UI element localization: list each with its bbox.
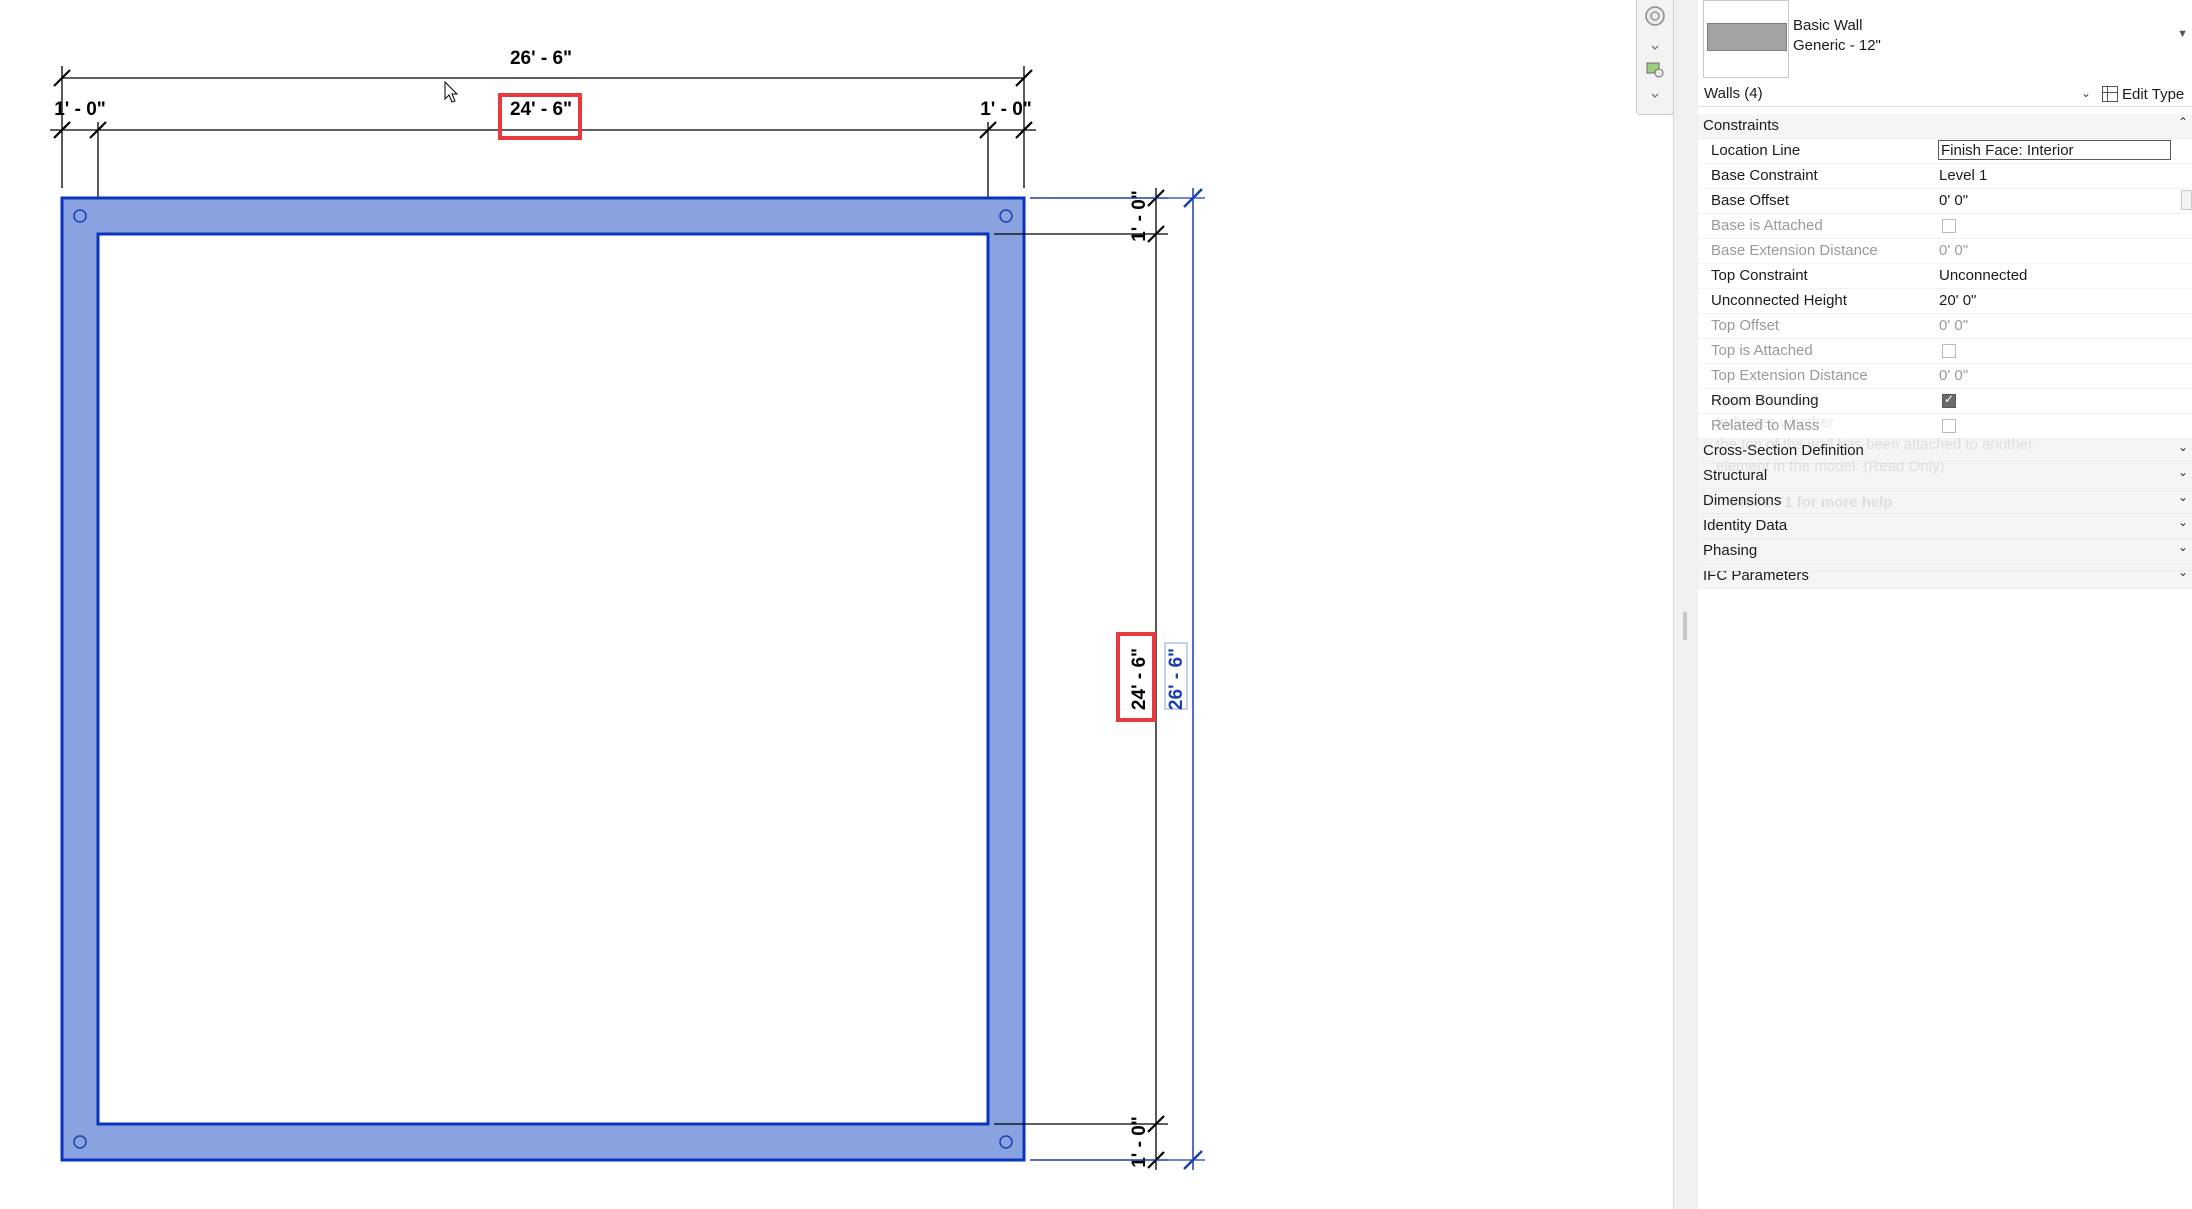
prop-name: Top is Attached [1711, 342, 1813, 359]
prop-name: Room Bounding [1711, 392, 1819, 409]
zoom-region-icon[interactable] [1643, 58, 1667, 82]
left-wall-width-text[interactable]: 1' - 0" [54, 99, 106, 120]
chevron-down-icon[interactable] [1643, 36, 1667, 60]
group-dimensions[interactable]: Dimensions ⌄ [1698, 489, 2192, 514]
related-mass-checkbox [1942, 419, 1956, 433]
group-label: Dimensions [1703, 492, 1782, 509]
group-label: Cross-Section Definition [1703, 442, 1864, 459]
properties-scrollbar[interactable] [2181, 190, 2192, 210]
room-bounding-checkbox[interactable] [1942, 392, 1956, 408]
prop-value: 0' 0" [1939, 242, 1969, 259]
group-label: Identity Data [1703, 517, 1788, 534]
divider [1698, 570, 2192, 571]
steering-wheel-icon[interactable] [1643, 4, 1667, 28]
mouse-cursor [444, 80, 459, 103]
prop-row-base-offset[interactable]: Base Offset 0' 0" [1698, 189, 2192, 214]
top-attached-checkbox [1942, 344, 1956, 358]
type-selector[interactable]: Basic Wall Generic - 12" ▼ [1698, 0, 2192, 80]
prop-name: Top Offset [1711, 317, 1780, 334]
prop-row-related-to-mass: Related to Mass [1698, 414, 2192, 439]
right-wall-width-text[interactable]: 1' - 0" [980, 99, 1032, 120]
group-label: Structural [1703, 467, 1768, 484]
expand-icon[interactable]: ⌄ [2178, 565, 2188, 579]
properties-grid: Constraints ⌃ Location Line Finish Face:… [1698, 114, 2192, 589]
prop-name: Base Offset [1711, 192, 1790, 209]
prop-name: Unconnected Height [1711, 292, 1847, 309]
drawing-canvas[interactable]: 26' - 6" 1' - 0" 24' - 6" 1' - 0" 1' - 0… [0, 0, 1640, 1209]
splitter-grip[interactable] [1683, 612, 1687, 640]
expand-icon[interactable]: ⌄ [2178, 440, 2188, 454]
group-constraints[interactable]: Constraints ⌃ [1698, 114, 2192, 139]
collapse-icon[interactable]: ⌃ [2178, 115, 2188, 129]
inner-height-text[interactable]: 24' - 6" [1129, 648, 1150, 710]
edit-type-icon [2102, 86, 2118, 102]
selected-walls[interactable] [60, 196, 1026, 1162]
prop-name: Top Extension Distance [1711, 367, 1868, 384]
prop-row-top-offset: Top Offset 0' 0" [1698, 314, 2192, 339]
prop-value[interactable]: Unconnected [1939, 267, 2027, 284]
zoom-menu-chevron-icon[interactable] [1643, 84, 1667, 108]
prop-row-top-extension: Top Extension Distance 0' 0" [1698, 364, 2192, 389]
prop-value: 0' 0" [1939, 317, 1969, 334]
prop-name: Related to Mass [1711, 417, 1820, 434]
expand-icon[interactable]: ⌄ [2178, 540, 2188, 554]
overall-width-text[interactable]: 26' - 6" [510, 48, 572, 69]
properties-palette: Basic Wall Generic - 12" ▼ Walls (4) ⌄ E… [1698, 0, 2192, 1209]
prop-name: Base is Attached [1711, 217, 1823, 234]
type-preview [1703, 0, 1789, 78]
panel-splitter[interactable] [1673, 0, 1699, 1209]
instance-selector-row: Walls (4) ⌄ Edit Type [1698, 82, 2192, 107]
prop-row-base-is-attached: Base is Attached [1698, 214, 2192, 239]
type-name-label: Generic - 12" [1793, 37, 1881, 54]
group-ifc-parameters[interactable]: IFC Parameters ⌄ [1698, 564, 2192, 589]
overall-height-text[interactable]: 26' - 6" [1166, 648, 1187, 710]
prop-value[interactable]: 0' 0" [1939, 192, 1968, 209]
view-navigation-bar[interactable] [1636, 0, 1674, 115]
base-attached-checkbox [1942, 219, 1956, 233]
edit-type-label: Edit Type [2122, 85, 2185, 103]
prop-name: Top Constraint [1711, 267, 1808, 284]
prop-value[interactable]: 20' 0" [1939, 292, 1976, 309]
group-label: Constraints [1703, 117, 1779, 134]
prop-name: Base Constraint [1711, 167, 1818, 184]
expand-icon[interactable]: ⌄ [2178, 515, 2188, 529]
prop-row-base-constraint[interactable]: Base Constraint Level 1 [1698, 164, 2192, 189]
group-structural[interactable]: Structural ⌄ [1698, 464, 2192, 489]
location-line-field[interactable]: Finish Face: Interior [1938, 140, 2171, 160]
prop-value[interactable]: Level 1 [1939, 167, 1987, 184]
prop-name: Location Line [1711, 142, 1801, 159]
type-family-label: Basic Wall [1793, 17, 1863, 34]
prop-name: Base Extension Distance [1711, 242, 1878, 259]
prop-value: 0' 0" [1939, 367, 1969, 384]
group-label: Phasing [1703, 542, 1758, 559]
prop-row-unconnected-height[interactable]: Unconnected Height 20' 0" [1698, 289, 2192, 314]
chevron-down-icon[interactable]: ⌄ [2081, 86, 2091, 100]
floor-plan-view[interactable]: 26' - 6" 1' - 0" 24' - 6" 1' - 0" 1' - 0… [0, 0, 1640, 1209]
edit-type-button[interactable]: Edit Type [2102, 84, 2184, 104]
wall-type-swatch [1707, 23, 1787, 51]
prop-row-room-bounding[interactable]: Room Bounding [1698, 389, 2192, 414]
instance-filter-label[interactable]: Walls (4) [1704, 85, 1763, 102]
chevron-down-icon[interactable]: ▼ [2177, 28, 2188, 40]
group-cross-section[interactable]: Cross-Section Definition ⌄ [1698, 439, 2192, 464]
group-identity-data[interactable]: Identity Data ⌄ [1698, 514, 2192, 539]
prop-row-top-constraint[interactable]: Top Constraint Unconnected [1698, 264, 2192, 289]
expand-icon[interactable]: ⌄ [2178, 465, 2188, 479]
prop-row-location-line[interactable]: Location Line Finish Face: Interior [1698, 139, 2192, 164]
inner-width-text[interactable]: 24' - 6" [510, 99, 572, 120]
prop-row-top-is-attached: Top is Attached [1698, 339, 2192, 364]
group-phasing[interactable]: Phasing ⌄ [1698, 539, 2192, 564]
expand-icon[interactable]: ⌄ [2178, 490, 2188, 504]
prop-row-base-extension: Base Extension Distance 0' 0" [1698, 239, 2192, 264]
